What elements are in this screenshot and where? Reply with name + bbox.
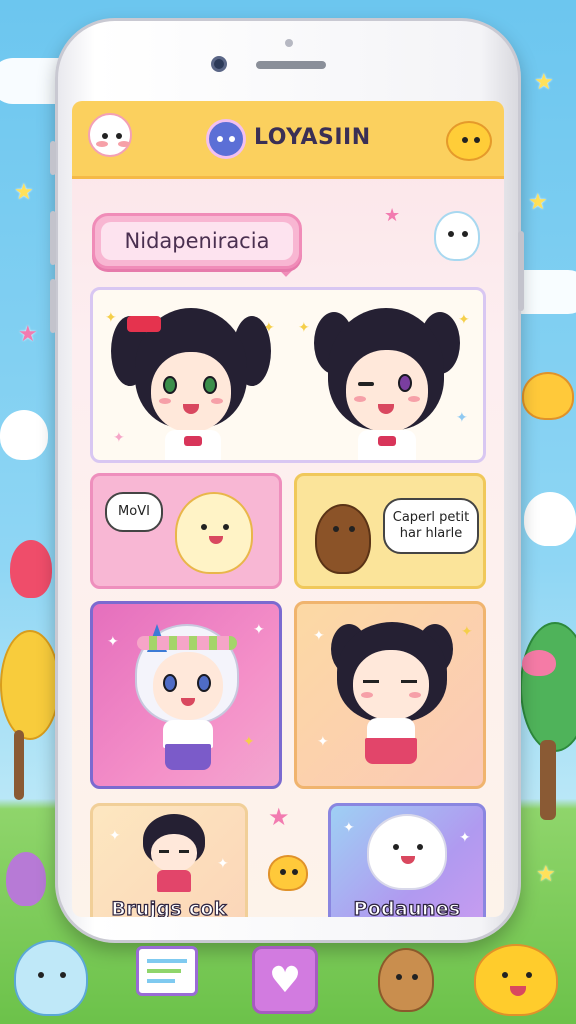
board-icon[interactable]: [136, 946, 198, 996]
character-card-flower[interactable]: ✦ ✦ ✦: [90, 601, 282, 789]
sleepy-girl-icon: [297, 604, 483, 786]
star-icon: ★: [268, 803, 290, 831]
pink-fish-icon: [522, 650, 556, 676]
speech-card-bear[interactable]: Caperl petit har hlarle: [294, 473, 486, 589]
labeled-card-podaunes[interactable]: ✦ ✦ Podaunes: [328, 803, 486, 917]
power-button: [518, 231, 524, 311]
purple-bunny-icon: [6, 852, 46, 906]
red-creature-icon: [10, 540, 52, 598]
heart-icon[interactable]: ♥: [252, 946, 318, 1014]
hamster-icon: [175, 492, 253, 574]
chick-mascot-icon[interactable]: [446, 121, 492, 161]
app-title: LOYASIIN: [254, 125, 371, 150]
chick-icon: [268, 855, 308, 891]
winking-anime-girl-icon: ✦ ✦ ✦: [288, 290, 483, 460]
chick-icon: [522, 372, 574, 420]
star-icon: ★: [536, 862, 556, 887]
proximity-sensor: [285, 39, 293, 47]
earpiece-speaker: [256, 61, 326, 69]
speech-card-hamster[interactable]: MoVI: [90, 473, 282, 589]
category-tag[interactable]: Nidapeniracia: [92, 213, 302, 269]
sparkle-icon: ★: [384, 205, 401, 226]
yellow-tree-icon: [0, 630, 60, 740]
bird-logo-icon: [206, 119, 246, 159]
tree-trunk: [14, 730, 24, 800]
star-icon: ★: [18, 322, 38, 347]
anime-girl-icon: ✦ ✦ ✦: [93, 290, 288, 460]
star-icon: ★: [528, 190, 548, 215]
green-tree-icon: [520, 622, 576, 752]
cat-mascot-icon[interactable]: [88, 113, 132, 157]
volume-button: [50, 141, 56, 175]
flower-crown-character-icon: [93, 604, 279, 786]
star-icon: ★: [14, 180, 34, 205]
white-bear-icon: [367, 814, 447, 890]
winged-ghost-icon: [434, 211, 480, 261]
puppy-icon[interactable]: [378, 948, 434, 1012]
speech-bubble: Caperl petit har hlarle: [383, 498, 479, 554]
phone-frame: LOYASIIN Nidapeniracia ★ ✦ ✦ ✦ ✦ ✦ ✦ MoV…: [50, 18, 524, 943]
app-header: LOYASIIN: [72, 101, 504, 179]
app-screen: LOYASIIN Nidapeniracia ★ ✦ ✦ ✦ ✦ ✦ ✦ MoV…: [72, 101, 504, 917]
volume-button: [50, 211, 56, 265]
speech-bubble: MoVI: [105, 492, 163, 532]
star-icon: ★: [534, 70, 554, 95]
ghost-cat-icon: [524, 492, 576, 546]
hero-card[interactable]: ✦ ✦ ✦ ✦ ✦ ✦: [90, 287, 486, 463]
card-label: Podaunes: [353, 897, 461, 917]
blue-bunny-icon: [14, 940, 88, 1016]
category-tag-label: Nidapeniracia: [101, 222, 293, 260]
character-card-sleepy[interactable]: ✦ ✦ ✦: [294, 601, 486, 789]
labeled-card-brujgs[interactable]: ✦ ✦ Brujgs cok: [90, 803, 248, 917]
ghost-bunny-icon: [0, 410, 48, 460]
front-camera: [211, 56, 227, 72]
bear-icon: [315, 504, 371, 574]
tree-trunk: [540, 740, 556, 820]
yellow-bear-icon: [474, 944, 558, 1016]
card-label: Brujgs cok: [111, 897, 227, 917]
volume-button: [50, 279, 56, 333]
